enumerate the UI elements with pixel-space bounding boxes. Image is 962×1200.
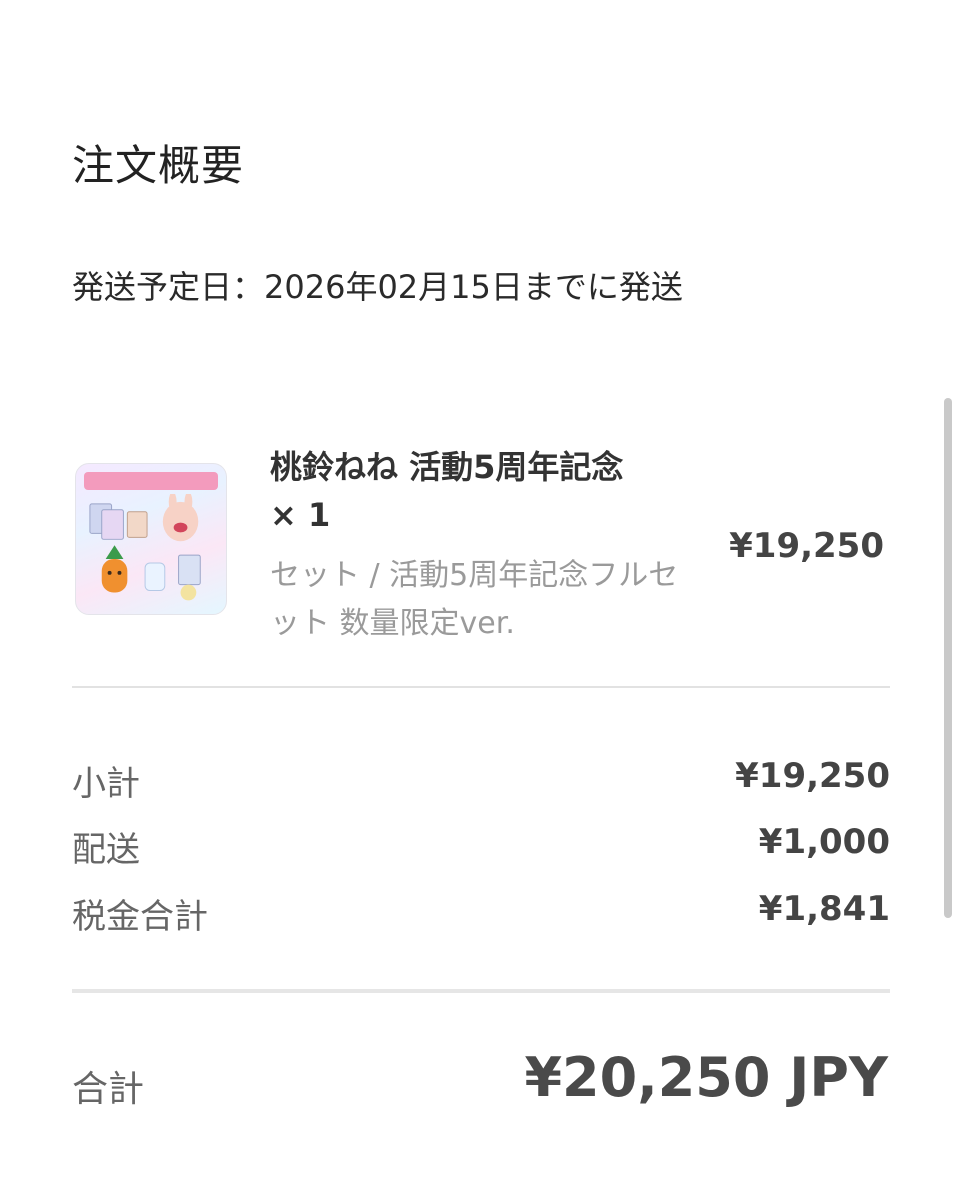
product-set-image: [89, 494, 201, 601]
subtotal-row: 小計 ¥19,250: [72, 756, 890, 806]
subtotal-value: ¥19,250: [735, 756, 890, 796]
total-label: 合計: [72, 1069, 145, 1110]
shipping-date-text: 発送予定日：2026年02月15日までに発送: [72, 268, 683, 306]
shipping-row: 配送 ¥1,000: [72, 822, 890, 872]
tax-value: ¥1,841: [758, 889, 890, 929]
order-summary-page: 注文概要 発送予定日：2026年02月15日までに発送 桃鈴ねね 活動5周年記念…: [0, 0, 962, 1200]
product-name: 桃鈴ねね 活動5周年記念 × 1: [270, 448, 624, 534]
tax-label: 税金合計: [72, 897, 208, 937]
product-variant: セット / 活動5周年記念フルセット 数量限定ver.: [270, 558, 679, 641]
divider: [72, 686, 890, 688]
shipping-value: ¥1,000: [758, 822, 890, 862]
thumbnail-banner: [84, 472, 218, 490]
tax-row: 税金合計 ¥1,841: [72, 889, 890, 939]
page-title: 注文概要: [72, 141, 245, 190]
scrollbar[interactable]: [944, 398, 952, 918]
product-price: ¥19,250: [729, 526, 884, 566]
divider: [72, 989, 890, 993]
shipping-label: 配送: [72, 830, 140, 870]
product-thumbnail[interactable]: [75, 463, 227, 615]
total-value: ¥20,250 JPY: [524, 1046, 888, 1109]
subtotal-label: 小計: [72, 764, 140, 804]
